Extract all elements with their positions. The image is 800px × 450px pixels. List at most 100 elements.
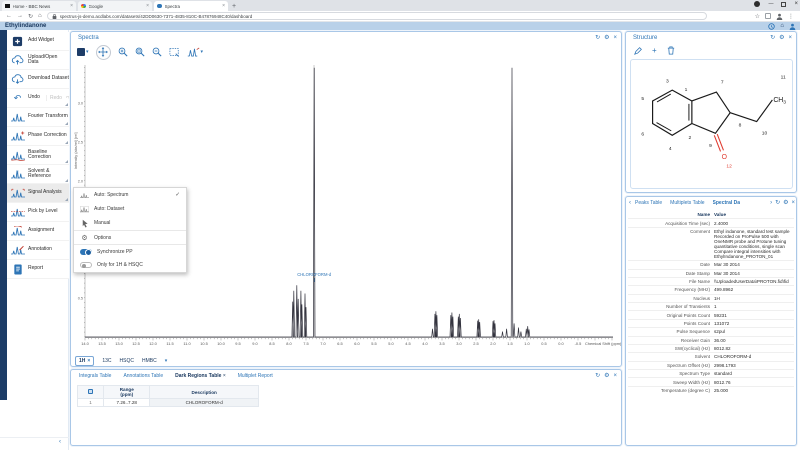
add-structure-icon[interactable]: + <box>652 47 657 55</box>
redo-button[interactable]: Redo <box>46 95 62 101</box>
parameter-row[interactable]: SolventCHLOROFORM-d <box>628 352 794 360</box>
tables-tab-integrals-table[interactable]: Integrals Table <box>79 373 111 379</box>
parameter-row[interactable]: CommentEthyl indanone, standard test sam… <box>628 227 794 260</box>
data-tab-spectral-da[interactable]: Spectral Da <box>713 200 740 206</box>
browser-tab-home-bbc-news[interactable]: Home - BBC News × <box>2 1 76 11</box>
gear-icon[interactable]: ⚙ <box>779 34 784 42</box>
sidebar-item-baseline-correction[interactable]: Baseline Correction <box>7 146 69 165</box>
menu-item-synchronize-pp[interactable]: Synchronize PP <box>74 244 186 258</box>
tab-close-icon[interactable]: × <box>87 358 90 364</box>
data-tab-peaks-table[interactable]: Peaks Table <box>635 200 662 206</box>
parameter-row[interactable]: Spectrum Typestandard <box>628 369 794 377</box>
app-user-icon[interactable] <box>789 23 796 30</box>
gear-icon[interactable]: ⚙ <box>604 34 609 42</box>
bookmark-star-icon[interactable]: ☆ <box>755 13 760 20</box>
parameter-row[interactable]: SW(cyclical) (Hz)8012.82 <box>628 344 794 352</box>
tab-close-icon[interactable]: × <box>222 3 225 9</box>
menu-item-manual[interactable]: Manual <box>74 216 186 230</box>
peak-picking-button[interactable]: ▾ <box>187 47 204 57</box>
browser-tab-google[interactable]: Google × <box>78 1 152 11</box>
select-all-header[interactable] <box>78 386 104 399</box>
pan-tool-button[interactable] <box>96 45 111 60</box>
menu-item-only-for-1h-hsqc[interactable]: Only for 1H & HSQC <box>74 258 186 272</box>
tables-tab-annotations-table[interactable]: Annotations Table <box>123 373 163 379</box>
sidebar-item-upload-open-data[interactable]: Upload/Open Data <box>7 51 69 70</box>
back-icon[interactable]: ← <box>6 13 12 19</box>
browser-menu-icon[interactable]: ⋮ <box>788 13 794 20</box>
sidebar-item-undo[interactable]: ↶ UndoRedo↷ <box>7 89 69 108</box>
delete-structure-icon[interactable] <box>667 46 675 55</box>
sidebar-item-add-widget[interactable]: Add Widget <box>7 32 69 51</box>
refresh-icon[interactable]: ↻ <box>770 34 775 42</box>
window-close-button[interactable]: × <box>794 1 798 7</box>
minimize-button[interactable]: — <box>768 1 773 7</box>
parameter-row[interactable]: Pulse Sequences2pul <box>628 327 794 335</box>
url-field[interactable]: spectrus-js-demo.acdlabs.com/datasets/42… <box>47 12 707 20</box>
sidebar-collapse-bar[interactable]: ‹ <box>0 437 69 445</box>
menu-item-auto-spectrum[interactable]: Auto: Spectrum✓ <box>74 188 186 202</box>
gear-icon[interactable]: ⚙ <box>783 199 788 207</box>
parameter-row[interactable]: Spectrum Offset (Hz)2998.1793 <box>628 361 794 369</box>
spectrum-tabs-chevron-icon[interactable]: ▾ <box>165 358 168 364</box>
menu-item-auto-dataset[interactable]: Auto: Dataset <box>74 202 186 216</box>
tables-tab-multiplet-report[interactable]: Multiplet Report <box>238 373 273 379</box>
gear-icon[interactable]: ⚙ <box>604 372 609 380</box>
zoom-out-button[interactable] <box>152 47 162 57</box>
menu-item-options[interactable]: ⚙Options <box>74 230 186 244</box>
refresh-icon[interactable]: ↻ <box>775 199 780 207</box>
parameter-row[interactable]: File Name\\UploadedUserData\PROTON.fid\f… <box>628 277 794 285</box>
tab-close-icon[interactable]: × <box>223 373 226 379</box>
spectrum-tab-1h[interactable]: 1H× <box>75 356 94 366</box>
refresh-icon[interactable]: ↻ <box>595 372 600 380</box>
home-icon[interactable]: ⌂ <box>38 13 42 19</box>
tab-close-icon[interactable]: × <box>70 3 73 9</box>
close-icon[interactable]: × <box>613 372 617 380</box>
extensions-icon[interactable] <box>765 13 771 19</box>
sidebar-item-solvent-reference[interactable]: Solvent & Reference <box>7 165 69 184</box>
sidebar-item-report[interactable]: Report <box>7 260 69 279</box>
close-icon[interactable]: × <box>788 34 792 42</box>
spectrum-tab-hsqc[interactable]: HSQC <box>120 358 134 364</box>
collapse-sidebar-icon[interactable]: ‹ <box>59 439 61 445</box>
sidebar-item-fourier-transform[interactable]: Fourier Transform <box>7 108 69 127</box>
display-mode-button[interactable]: ▾ <box>77 48 89 56</box>
sidebar-item-signal-analysis[interactable]: Signal Analysis <box>7 184 69 203</box>
parameter-row[interactable]: Number of Transients1 <box>628 302 794 310</box>
tabs-next-icon[interactable]: › <box>770 200 772 206</box>
tab-close-icon[interactable]: × <box>146 3 149 9</box>
spectrum-tab-13c[interactable]: 13C <box>102 358 111 364</box>
tabs-prev-icon[interactable]: ‹ <box>629 200 631 206</box>
browser-tab-spectra[interactable]: Spectra × <box>154 1 228 11</box>
close-icon[interactable]: × <box>791 199 795 207</box>
app-home-icon[interactable]: ⌂ <box>780 23 784 29</box>
new-tab-button[interactable]: + <box>232 2 236 11</box>
parameter-row[interactable]: Temperature (degree C)25.000 <box>628 386 794 394</box>
toggle-off-icon[interactable] <box>80 262 92 268</box>
profile-avatar-icon[interactable] <box>776 13 783 20</box>
parameter-row[interactable]: Original Points Count59231 <box>628 310 794 318</box>
parameter-row[interactable]: Points Count131072 <box>628 319 794 327</box>
parameter-row[interactable]: Receiver Gain36.00 <box>628 336 794 344</box>
refresh-icon[interactable]: ↻ <box>595 34 600 42</box>
forward-icon[interactable]: → <box>17 13 23 19</box>
structure-canvas[interactable]: 123456789101112OCH3 <box>630 59 793 189</box>
maximize-button[interactable] <box>781 2 786 7</box>
zoom-full-button[interactable] <box>135 47 145 57</box>
sidebar-item-pick-by-level[interactable]: Pick by Level <box>7 203 69 222</box>
edit-structure-icon[interactable] <box>634 47 642 55</box>
toggle-on-icon[interactable] <box>80 249 92 255</box>
table-row[interactable]: 17.26..7.28CHLOROFORM-d <box>78 399 259 407</box>
parameter-row[interactable]: Acquisition Time (sec)2.4000 <box>628 218 794 226</box>
sidebar-item-assignment[interactable]: Assignment <box>7 222 69 241</box>
parameter-row[interactable]: DateMar 30 2014 <box>628 260 794 268</box>
zoom-region-button[interactable] <box>169 47 180 57</box>
parameter-row[interactable]: Sweep Width (Hz)8012.76 <box>628 377 794 385</box>
sidebar-item-phase-correction[interactable]: Phase Correction <box>7 127 69 146</box>
sidebar-item-download-dataset[interactable]: Download Dataset <box>7 70 69 89</box>
data-tab-multiplets-table[interactable]: Multiplets Table <box>670 200 704 206</box>
spectrum-tab-hmbc[interactable]: HMBC <box>142 358 157 364</box>
parameter-row[interactable]: Date StampMar 30 2014 <box>628 269 794 277</box>
zoom-in-button[interactable] <box>118 47 128 57</box>
parameter-row[interactable]: Frequency (MHz)499.8962 <box>628 285 794 293</box>
tables-tab-dark-regions-table[interactable]: Dark Regions Table × <box>175 373 226 379</box>
